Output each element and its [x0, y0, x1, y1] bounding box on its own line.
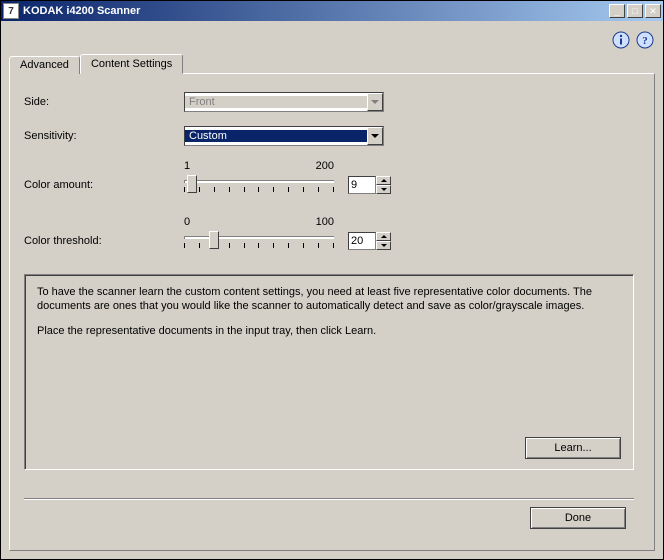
spin-up-icon[interactable] [376, 232, 391, 241]
info-icon[interactable] [611, 30, 631, 50]
color-threshold-input[interactable] [348, 232, 376, 250]
info-paragraph-1: To have the scanner learn the custom con… [37, 285, 621, 314]
slider-track[interactable] [184, 230, 334, 250]
color-threshold-spinner [348, 232, 391, 250]
slider-thumb[interactable] [209, 231, 219, 249]
slider-max: 100 [316, 216, 334, 228]
learn-info-box: To have the scanner learn the custom con… [24, 274, 634, 470]
app-icon: 7 [3, 3, 19, 19]
window: 7 KODAK i4200 Scanner _ □ ✕ ? Advanced C… [0, 0, 664, 560]
slider-thumb[interactable] [187, 175, 197, 193]
spin-up-icon[interactable] [376, 176, 391, 185]
sensitivity-dropdown-value: Custom [185, 130, 367, 142]
close-button[interactable]: ✕ [645, 4, 661, 18]
footer: Done [24, 498, 634, 529]
tab-panel-content-settings: Side: Front Sensitivity: Custom Color am… [9, 73, 655, 551]
chevron-down-icon [367, 93, 383, 111]
maximize-button[interactable]: □ [627, 4, 643, 18]
slider-max: 200 [316, 160, 334, 172]
slider-min: 0 [184, 216, 190, 228]
side-dropdown: Front [184, 92, 384, 112]
label-side: Side: [24, 96, 184, 108]
color-threshold-slider[interactable]: 0 100 [184, 216, 334, 250]
help-icon[interactable]: ? [635, 30, 655, 50]
done-button[interactable]: Done [530, 507, 626, 529]
titlebar: 7 KODAK i4200 Scanner _ □ ✕ [1, 1, 663, 21]
svg-text:?: ? [642, 35, 648, 47]
spin-down-icon[interactable] [376, 241, 391, 250]
spin-down-icon[interactable] [376, 185, 391, 194]
row-color-threshold: Color threshold: 0 100 [24, 216, 634, 250]
label-color-threshold: Color threshold: [24, 235, 184, 250]
row-side: Side: Front [24, 92, 634, 112]
row-color-amount: Color amount: 1 200 [24, 160, 634, 194]
learn-button[interactable]: Learn... [525, 437, 621, 459]
slider-limits: 1 200 [184, 160, 334, 172]
label-color-amount: Color amount: [24, 179, 184, 194]
info-text: To have the scanner learn the custom con… [37, 285, 621, 348]
row-sensitivity: Sensitivity: Custom [24, 126, 634, 146]
chevron-down-icon[interactable] [367, 127, 383, 145]
info-paragraph-2: Place the representative documents in th… [37, 324, 621, 338]
color-amount-spinner [348, 176, 391, 194]
label-sensitivity: Sensitivity: [24, 130, 184, 142]
color-amount-slider[interactable]: 1 200 [184, 160, 334, 194]
side-dropdown-value: Front [185, 96, 367, 108]
minimize-button[interactable]: _ [609, 4, 625, 18]
slider-track[interactable] [184, 174, 334, 194]
slider-min: 1 [184, 160, 190, 172]
sensitivity-dropdown[interactable]: Custom [184, 126, 384, 146]
color-amount-input[interactable] [348, 176, 376, 194]
help-icon-row: ? [9, 27, 655, 53]
tab-content-settings[interactable]: Content Settings [80, 54, 183, 74]
window-buttons: _ □ ✕ [609, 4, 661, 18]
tab-advanced[interactable]: Advanced [9, 56, 80, 74]
slider-limits: 0 100 [184, 216, 334, 228]
client-area: ? Advanced Content Settings Side: Front … [1, 21, 663, 559]
window-title: KODAK i4200 Scanner [23, 5, 609, 17]
color-amount-controls: 1 200 [184, 160, 391, 194]
tabstrip: Advanced Content Settings [9, 53, 655, 73]
color-threshold-controls: 0 100 [184, 216, 391, 250]
